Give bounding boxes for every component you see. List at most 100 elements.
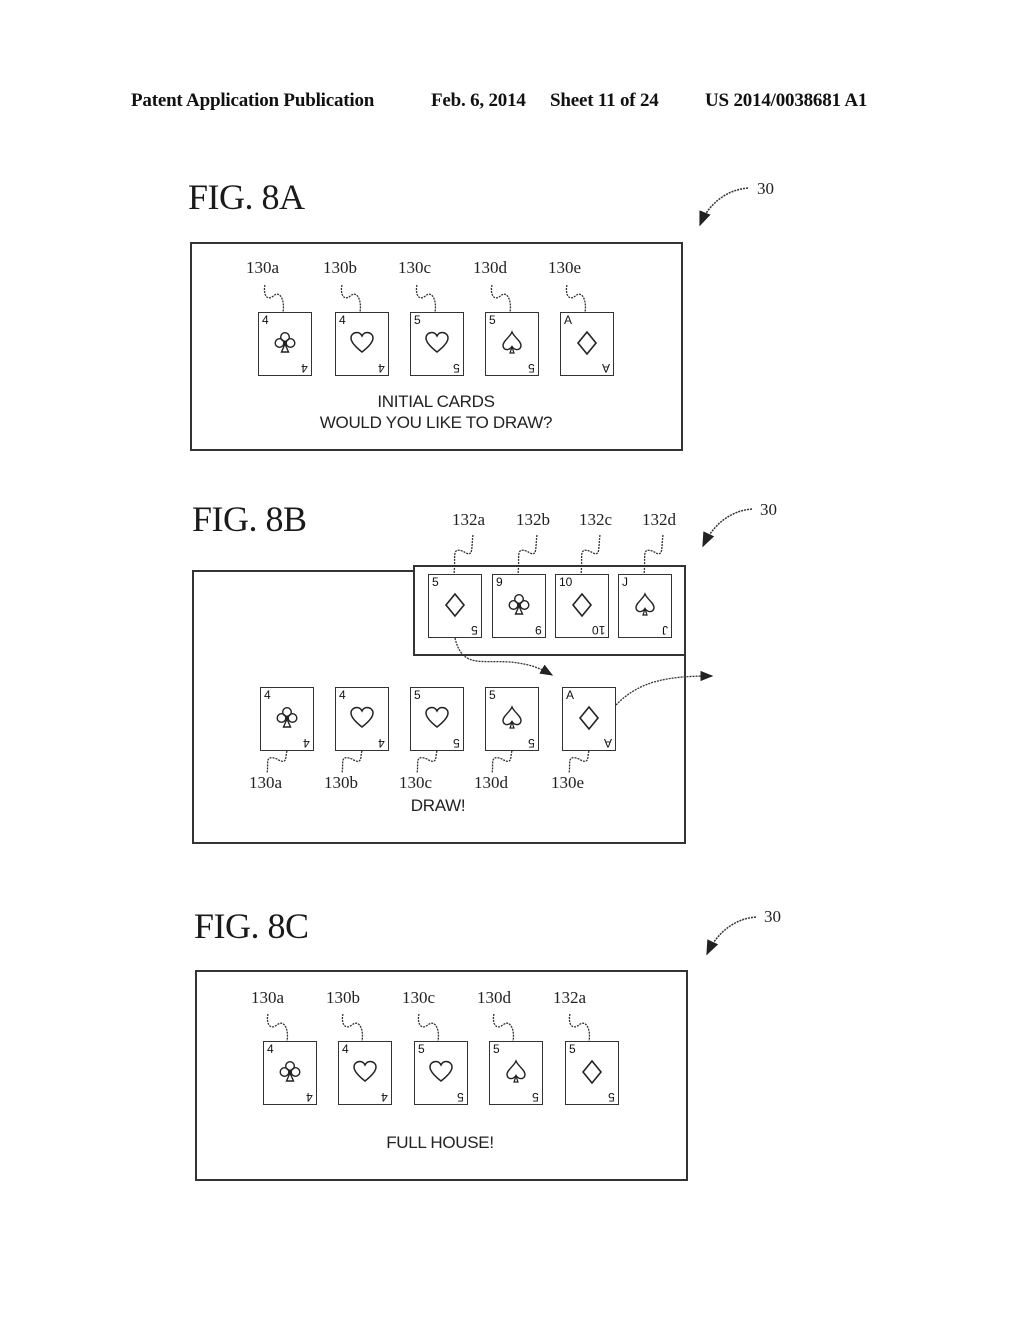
reference-arrow-8c	[706, 916, 757, 956]
card-rank-inverted: A	[603, 736, 612, 750]
card-rank: 4	[267, 1042, 274, 1056]
card-rank-inverted: 4	[378, 361, 385, 375]
card-rank-inverted: 4	[303, 736, 310, 750]
card-rank-inverted: 4	[378, 736, 385, 750]
card-rank-inverted: 5	[453, 736, 460, 750]
playing-card[interactable]: AA	[560, 312, 614, 376]
playing-card[interactable]: 10 10	[555, 574, 609, 638]
heart-suit-icon	[353, 1060, 377, 1082]
heart-suit-icon	[429, 1060, 453, 1082]
heart-suit-icon	[425, 331, 449, 353]
playing-card[interactable]: JJ	[618, 574, 672, 638]
figure-title-8b: FIG. 8B	[192, 499, 307, 539]
card-rank: 5	[418, 1042, 425, 1056]
reference-arrow-8a	[699, 187, 749, 227]
diamond-suit-icon	[571, 592, 593, 618]
playing-card[interactable]: 44	[335, 312, 389, 376]
card-rank: 5	[414, 688, 421, 702]
patent-number: US 2014/0038681 A1	[705, 90, 868, 111]
card-reference-label: 130b	[326, 988, 360, 1007]
sheet-number: Sheet 11 of 24	[550, 90, 659, 111]
playing-card[interactable]: 55	[565, 1041, 619, 1105]
card-reference-label: 130a	[251, 988, 285, 1007]
card-rank: J	[622, 575, 628, 589]
card-rank-inverted: 4	[306, 1090, 313, 1104]
playing-card[interactable]: 55	[428, 574, 482, 638]
playing-card[interactable]: 55	[485, 312, 539, 376]
playing-card[interactable]: 44	[338, 1041, 392, 1105]
figure-title-8c: FIG. 8C	[194, 906, 309, 946]
club-suit-icon	[274, 331, 296, 353]
caption-line: FULL HOUSE!	[386, 1133, 494, 1152]
diamond-suit-icon	[444, 592, 466, 618]
card-reference-label: 132b	[516, 510, 550, 529]
spade-suit-icon	[502, 330, 522, 354]
caption-8a: INITIAL CARDS WOULD YOU LIKE TO DRAW?	[290, 391, 582, 433]
card-reference-label: 130d	[473, 258, 507, 277]
caption-8c: FULL HOUSE!	[360, 1132, 520, 1153]
card-reference-label: 130c	[402, 988, 436, 1007]
card-rank-inverted: 10	[591, 623, 605, 637]
club-suit-icon	[279, 1060, 301, 1082]
spade-suit-icon	[502, 705, 522, 729]
card-rank-inverted: 5	[528, 736, 535, 750]
playing-card[interactable]: 99	[492, 574, 546, 638]
card-reference-label: 130d	[477, 988, 511, 1007]
card-reference-label: 130b	[323, 258, 357, 277]
card-rank-inverted: 5	[457, 1090, 464, 1104]
caption-line: WOULD YOU LIKE TO DRAW?	[319, 413, 553, 432]
card-rank-inverted: J	[662, 623, 668, 637]
reference-arrow-8b	[702, 508, 753, 548]
card-reference-label: 130e	[548, 258, 582, 277]
card-rank: 5	[493, 1042, 500, 1056]
card-reference-label: 130c	[399, 773, 433, 792]
card-rank: 4	[262, 313, 269, 327]
card-rank: 10	[559, 575, 573, 589]
playing-card[interactable]: 44	[258, 312, 312, 376]
playing-card[interactable]: AA	[562, 687, 616, 751]
card-rank-inverted: 5	[532, 1090, 539, 1104]
club-suit-icon	[276, 706, 298, 728]
card-rank-inverted: 5	[471, 623, 478, 637]
playing-card[interactable]: 44	[335, 687, 389, 751]
card-reference-label: 132a	[553, 988, 587, 1007]
caption-line: DRAW!	[410, 796, 466, 815]
reference-numeral-8a: 30	[757, 179, 774, 198]
card-rank-inverted: 4	[381, 1090, 388, 1104]
card-reference-label: 130d	[474, 773, 508, 792]
diamond-suit-icon	[578, 705, 600, 731]
card-rank: 5	[432, 575, 439, 589]
spade-suit-icon	[506, 1059, 526, 1083]
caption-8b: DRAW!	[380, 795, 496, 816]
card-rank: A	[566, 688, 575, 702]
card-rank: 4	[342, 1042, 349, 1056]
reference-numeral-8b: 30	[760, 500, 777, 519]
card-rank: 4	[339, 313, 346, 327]
heart-suit-icon	[425, 706, 449, 728]
playing-card[interactable]: 55	[489, 1041, 543, 1105]
card-reference-label: 130a	[249, 773, 283, 792]
card-rank-inverted: 5	[608, 1090, 615, 1104]
playing-card[interactable]: 55	[414, 1041, 468, 1105]
card-rank-inverted: 4	[301, 361, 308, 375]
card-reference-label: 130b	[324, 773, 358, 792]
card-reference-label: 132c	[579, 510, 613, 529]
card-rank: A	[564, 313, 573, 327]
figure-title-8a: FIG. 8A	[188, 177, 305, 217]
club-suit-icon	[508, 593, 530, 615]
card-rank: 5	[414, 313, 421, 327]
publication-date: Feb. 6, 2014	[431, 90, 526, 111]
playing-card[interactable]: 44	[260, 687, 314, 751]
playing-card[interactable]: 44	[263, 1041, 317, 1105]
card-rank: 4	[339, 688, 346, 702]
card-rank: 9	[496, 575, 503, 589]
reference-numeral-8c: 30	[764, 907, 781, 926]
playing-card[interactable]: 55	[410, 687, 464, 751]
card-rank: 5	[489, 313, 496, 327]
card-rank-inverted: 5	[528, 361, 535, 375]
heart-suit-icon	[350, 706, 374, 728]
card-rank: 5	[489, 688, 496, 702]
playing-card[interactable]: 55	[485, 687, 539, 751]
playing-card[interactable]: 55	[410, 312, 464, 376]
card-reference-label: 130a	[246, 258, 280, 277]
